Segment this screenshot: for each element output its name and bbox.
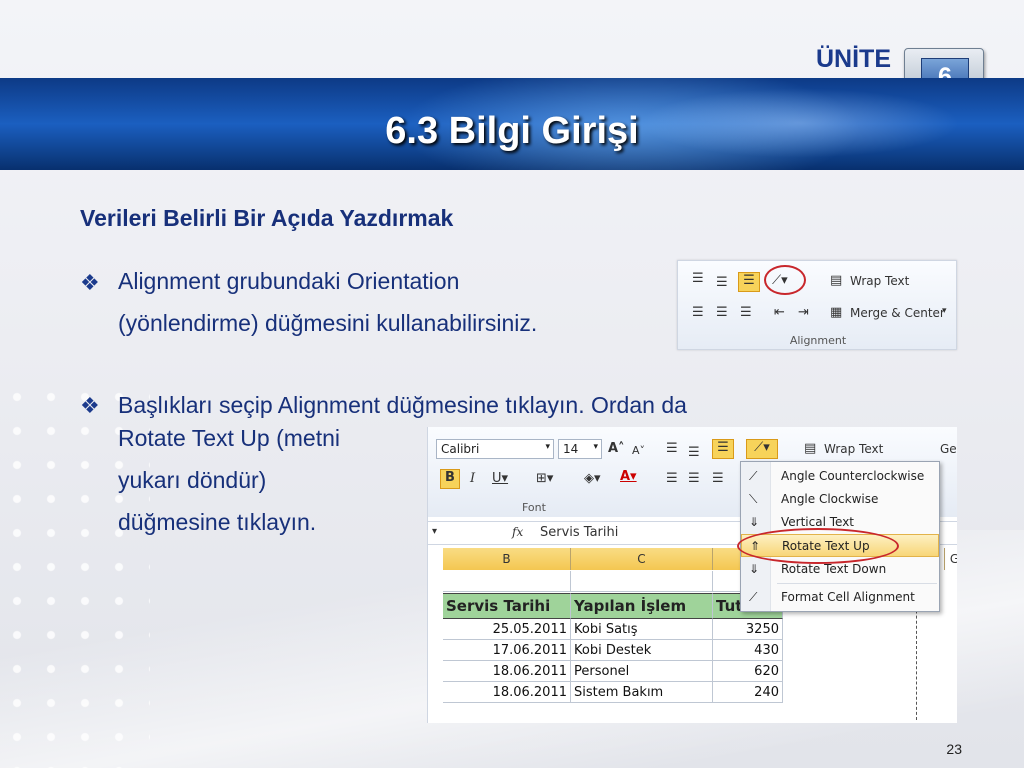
unit-label: ÜNİTE [816,45,891,73]
align-middle-icon-2[interactable]: ☰ [688,445,700,461]
font-name-box[interactable]: Calibri ▾ [436,439,554,459]
cell-amount[interactable]: 3250 [713,619,783,640]
cell-amount[interactable]: 240 [713,682,783,703]
align-bottom-icon[interactable]: ☰ [738,272,760,292]
cell-operation[interactable]: Kobi Destek [571,640,713,661]
wrap-text-icon[interactable]: ▤ [830,273,842,289]
rotate-text-down-icon: ⇓ [749,562,760,576]
align-middle-icon[interactable]: ☰ [716,275,728,291]
align-right-icon-2[interactable]: ☰ [712,471,724,487]
align-center-icon-2[interactable]: ☰ [688,471,700,487]
format-cell-alignment-icon: ⟋ [749,590,758,604]
merge-dropdown-icon[interactable]: ▾ [942,306,947,316]
bullet-1-icon: ❖ [80,270,100,295]
underline-button[interactable]: U▾ [492,471,508,487]
column-header-b[interactable]: B [443,548,571,570]
decrease-indent-icon[interactable]: ⇤ [774,305,785,321]
merge-center-label[interactable]: Merge & Center [850,306,945,320]
align-bottom-icon-2[interactable]: ☰ [712,439,734,459]
subheading: Verileri Belirli Bir Açıda Yazdırmak [80,205,454,231]
wrap-text-label-2[interactable]: Wrap Text [824,442,883,456]
alignment-group-label: Alignment [789,334,847,347]
increase-indent-icon[interactable]: ⇥ [798,305,809,321]
fill-color-icon[interactable]: ◈▾ [584,471,601,487]
cell-date[interactable]: 18.06.2011 [443,661,571,682]
cell-amount[interactable]: 620 [713,661,783,682]
font-size-value: 14 [563,442,579,456]
bullet-1-line-1: Alignment grubundaki Orientation [118,268,460,294]
align-left-icon-2[interactable]: ☰ [666,471,678,487]
menu-item-label: Format Cell Alignment [781,590,915,604]
grow-font-icon[interactable]: A˄ [608,441,625,457]
bullet-2-line-4: düğmesine tıklayın. [118,509,317,535]
font-size-dropdown-icon[interactable]: ▾ [593,442,598,452]
vertical-text-icon: ⇓ [749,515,760,529]
borders-icon[interactable]: ⊞▾ [536,471,553,487]
page-number: 23 [946,741,962,757]
font-group-label: Font [522,501,546,514]
angle-clockwise-icon: ⟍ [749,492,758,506]
wrap-text-icon-2[interactable]: ▤ [804,441,816,457]
cell-amount[interactable]: 430 [713,640,783,661]
wrap-text-label[interactable]: Wrap Text [850,274,909,288]
bullet-2-line-2: Rotate Text Up (metni [118,425,341,451]
general-format-partial[interactable]: Ge [940,442,957,456]
cell-operation[interactable]: Sistem Bakım [571,682,713,703]
rotate-text-up-highlight-circle [737,528,899,564]
merge-center-icon[interactable]: ▦ [830,305,842,321]
menu-item-label: Angle Clockwise [781,492,879,506]
cell-date[interactable]: 18.06.2011 [443,682,571,703]
bullet-2-icon: ❖ [80,393,100,418]
column-header-g[interactable]: G [945,548,957,570]
font-size-box[interactable]: 14 ▾ [558,439,602,459]
name-box-dropdown-icon[interactable]: ▾ [432,526,437,537]
align-top-icon[interactable]: ☰ [692,271,704,287]
menu-item-angle-counterclockwise[interactable]: ⟋ Angle Counterclockwise [741,465,939,488]
menu-separator [777,583,937,584]
shrink-font-icon[interactable]: A˅ [632,443,645,459]
bullet-1-line-2: (yönlendirme) düğmesini kullanabilirsini… [118,310,538,336]
slide-title: 6.3 Bilgi Girişi [385,110,639,152]
orientation-highlight-circle [764,265,806,295]
orientation-button[interactable]: ⟋▾ [746,439,778,459]
font-name-value: Calibri [441,442,480,456]
cell-date[interactable]: 25.05.2011 [443,619,571,640]
menu-item-angle-clockwise[interactable]: ⟍ Angle Clockwise [741,488,939,511]
menu-item-label: Angle Counterclockwise [781,469,925,483]
cell-operation[interactable]: Personel [571,661,713,682]
empty-cell[interactable] [443,571,571,592]
bold-button[interactable]: B [440,469,460,489]
align-center-icon[interactable]: ☰ [716,305,728,321]
bullet-2-line-3: yukarı döndür) [118,467,267,493]
font-name-dropdown-icon[interactable]: ▾ [545,442,550,452]
formula-value[interactable]: Servis Tarihi [540,525,618,540]
cell-date[interactable]: 17.06.2011 [443,640,571,661]
align-top-icon-2[interactable]: ☰ [666,441,678,457]
menu-item-format-cell-alignment[interactable]: ⟋ Format Cell Alignment [741,586,939,609]
column-header-c[interactable]: C [571,548,713,570]
italic-button[interactable]: I [470,471,475,487]
align-right-icon[interactable]: ☰ [740,305,752,321]
fx-icon[interactable]: fx [512,525,523,539]
font-color-icon[interactable]: A▾ [620,469,637,485]
header-cell-servis-tarihi[interactable]: Servis Tarihi [443,593,571,619]
align-left-icon[interactable]: ☰ [692,305,704,321]
bullet-2-line-1: Başlıkları seçip Alignment düğmesine tık… [118,392,687,418]
cell-operation[interactable]: Kobi Satış [571,619,713,640]
alignment-ribbon-screenshot: ☰ ☰ ☰ ⟋▾ ▤ Wrap Text ☰ ☰ ☰ ⇤ ⇥ ▦ Merge &… [677,260,957,350]
angle-counterclockwise-icon: ⟋ [749,469,758,483]
header-cell-yapilan-islem[interactable]: Yapılan İşlem [571,593,713,619]
empty-cell[interactable] [571,571,713,592]
